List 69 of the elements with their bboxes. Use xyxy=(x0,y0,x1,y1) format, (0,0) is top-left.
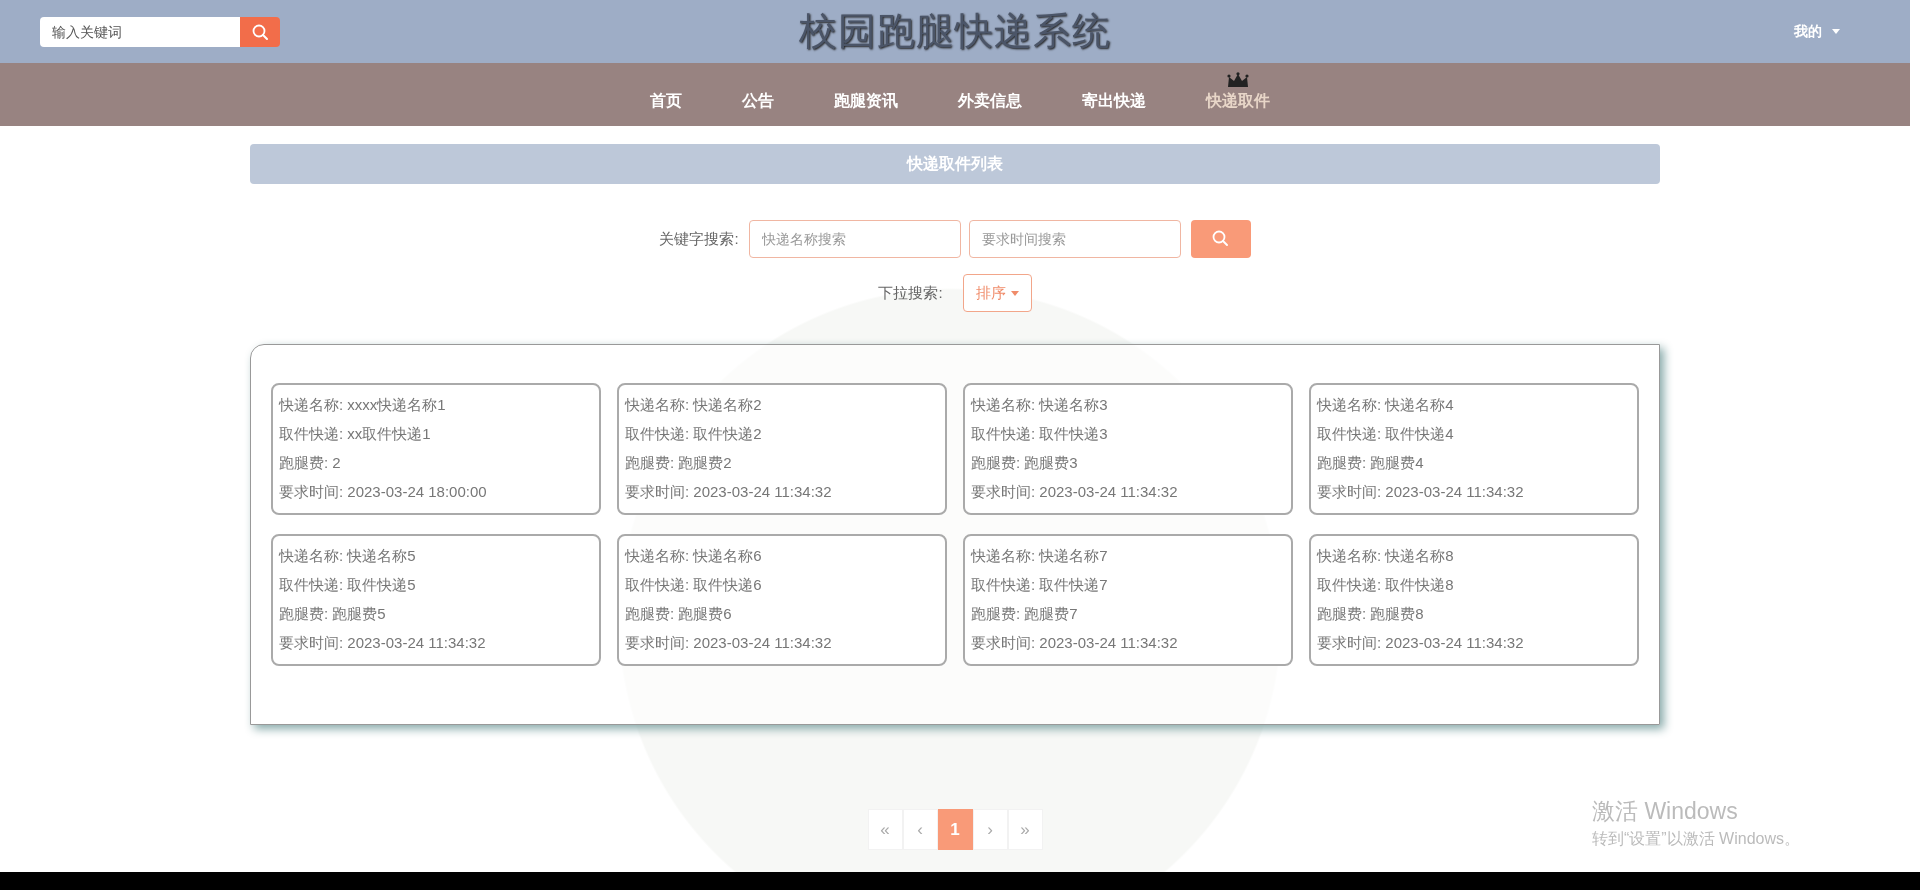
search-field[interactable]: 输入关键词 xyxy=(40,16,240,47)
activation-title: 激活 Windows xyxy=(1592,797,1739,826)
search-icon xyxy=(251,22,269,41)
page-button[interactable]: ‹ xyxy=(902,809,938,850)
card-field: 跑腿费: 跑腿费6 xyxy=(625,605,939,624)
card-field: 取件快递: 取件快递3 xyxy=(971,425,1285,444)
page-button[interactable]: « xyxy=(867,809,903,850)
search-button[interactable] xyxy=(240,16,280,47)
card-field: 跑腿费: 跑腿费5 xyxy=(279,605,593,624)
caret-icon xyxy=(1010,290,1019,296)
card-field: 快递名称: 快递名称4 xyxy=(1317,396,1631,415)
nav-item[interactable]: 公告 xyxy=(712,68,804,126)
page-button[interactable]: 1 xyxy=(937,809,973,850)
user-menu[interactable]: 我的 xyxy=(1540,22,1870,41)
card-field: 快递名称: xxxx快递名称1 xyxy=(279,396,593,415)
nav-item[interactable]: 寄出快递 xyxy=(1052,68,1176,126)
card-field: 跑腿费: 跑腿费8 xyxy=(1317,605,1631,624)
card-field: 跑腿费: 跑腿费7 xyxy=(971,605,1285,624)
card-field: 要求时间: 2023-03-24 11:34:32 xyxy=(1317,483,1631,502)
search-icon xyxy=(1210,229,1231,249)
card-field: 取件快递: 取件快递6 xyxy=(625,576,939,595)
nav-item[interactable]: 外卖信息 xyxy=(928,68,1052,126)
card-field: 取件快递: 取件快递5 xyxy=(279,576,593,595)
parcel-card[interactable]: 快递名称: 快递名称8 取件快递: 取件快递8 跑腿费: 跑腿费8 要求时间: 2023-03-24 11:34:32 xyxy=(1309,534,1639,666)
dropdown-search-label: 下拉搜索: xyxy=(878,283,943,303)
card-field: 取件快递: 取件快递8 xyxy=(1317,576,1631,595)
parcel-card[interactable]: 快递名称: 快递名称7 取件快递: 取件快递7 跑腿费: 跑腿费7 要求时间: 2023-03-24 11:34:32 xyxy=(963,534,1293,666)
keyword-search-label: 关键字搜索: xyxy=(659,229,739,249)
nav-item[interactable]: 首页 xyxy=(620,68,712,126)
card-field: 跑腿费: 跑腿费2 xyxy=(625,454,939,473)
page-button[interactable]: » xyxy=(1007,809,1043,850)
parcel-card[interactable]: 快递名称: 快递名称3 取件快递: 取件快递3 跑腿费: 跑腿费3 要求时间: 2023-03-24 11:34:32 xyxy=(963,383,1293,515)
card-field: 快递名称: 快递名称5 xyxy=(279,547,593,566)
card-field: 要求时间: 2023-03-24 11:34:32 xyxy=(1317,634,1631,653)
card-field: 跑腿费: 跑腿费3 xyxy=(971,454,1285,473)
card-field: 取件快递: 取件快递4 xyxy=(1317,425,1631,444)
card-field: 取件快递: xx取件快递1 xyxy=(279,425,593,444)
sort-dropdown[interactable]: 排序 xyxy=(962,274,1032,312)
page-button[interactable]: › xyxy=(972,809,1008,850)
card-field: 跑腿费: 跑腿费4 xyxy=(1317,454,1631,473)
card-field: 要求时间: 2023-03-24 11:34:32 xyxy=(625,634,939,653)
caret-icon xyxy=(1832,29,1840,34)
card-field: 要求时间: 2023-03-24 11:34:32 xyxy=(971,634,1285,653)
card-field: 取件快递: 取件快递7 xyxy=(971,576,1285,595)
nav-item[interactable]: 快递取件 xyxy=(1176,68,1300,126)
activation-hint: 转到“设置”以激活 Windows。 xyxy=(1592,829,1800,849)
parcel-card[interactable]: 快递名称: 快递名称2 取件快递: 取件快递2 跑腿费: 跑腿费2 要求时间: 2023-03-24 11:34:32 xyxy=(617,383,947,515)
parcel-card[interactable]: 快递名称: 快递名称5 取件快递: 取件快递5 跑腿费: 跑腿费5 要求时间: 2023-03-24 11:34:32 xyxy=(271,534,601,666)
parcel-card[interactable]: 快递名称: xxxx快递名称1 取件快递: xx取件快递1 跑腿费: 2 要求时间: 2023-03-24 18:00:00 xyxy=(271,383,601,515)
card-field: 快递名称: 快递名称7 xyxy=(971,547,1285,566)
card-field: 快递名称: 快递名称6 xyxy=(625,547,939,566)
card-field: 快递名称: 快递名称8 xyxy=(1317,547,1631,566)
parcel-card[interactable]: 快递名称: 快递名称6 取件快递: 取件快递6 跑腿费: 跑腿费6 要求时间: 2023-03-24 11:34:32 xyxy=(617,534,947,666)
search-field[interactable]: 要求时间搜索 xyxy=(968,220,1181,258)
search-field[interactable]: 快递名称搜索 xyxy=(748,220,961,258)
section-title: 快递取件列表 xyxy=(250,144,1660,184)
card-field: 要求时间: 2023-03-24 11:34:32 xyxy=(279,634,593,653)
card-field: 要求时间: 2023-03-24 11:34:32 xyxy=(971,483,1285,502)
crown-icon xyxy=(1227,72,1249,88)
card-field: 取件快递: 取件快递2 xyxy=(625,425,939,444)
parcel-card[interactable]: 快递名称: 快递名称4 取件快递: 取件快递4 跑腿费: 跑腿费4 要求时间: 2023-03-24 11:34:32 xyxy=(1309,383,1639,515)
nav-item[interactable]: 跑腿资讯 xyxy=(804,68,928,126)
card-field: 快递名称: 快递名称3 xyxy=(971,396,1285,415)
search-button[interactable] xyxy=(1190,220,1251,258)
card-field: 要求时间: 2023-03-24 18:00:00 xyxy=(279,483,593,502)
card-field: 快递名称: 快递名称2 xyxy=(625,396,939,415)
card-field: 跑腿费: 2 xyxy=(279,454,593,473)
card-field: 要求时间: 2023-03-24 11:34:32 xyxy=(625,483,939,502)
site-title: 校园跑腿快递系统 xyxy=(799,9,1111,54)
